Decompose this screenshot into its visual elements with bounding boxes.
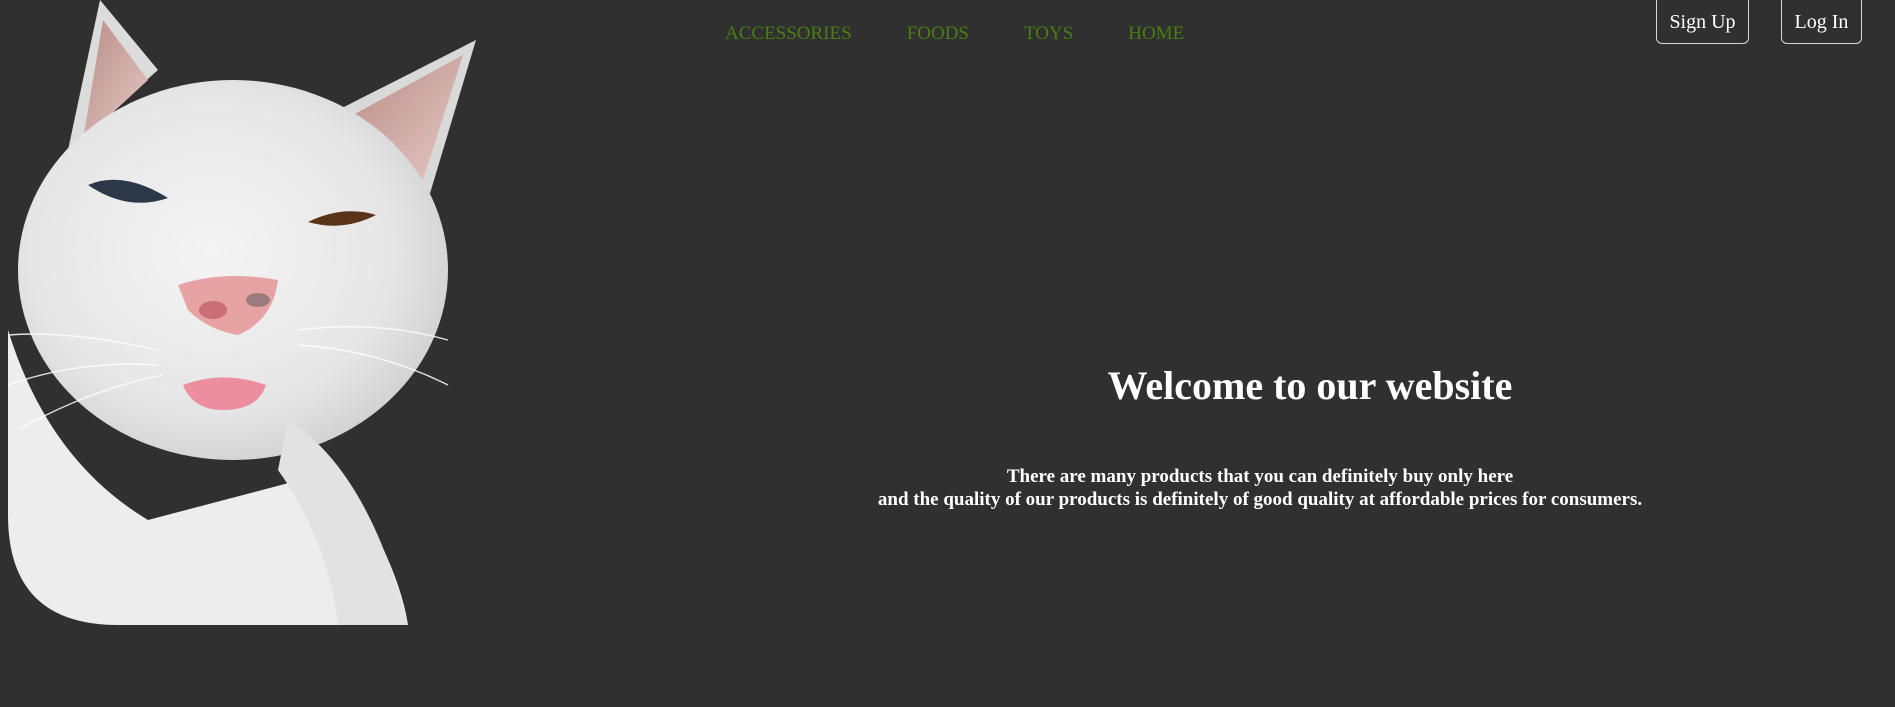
hero-title: Welcome to our website — [1107, 363, 1513, 408]
nav-foods-link[interactable]: FOODS — [907, 22, 969, 46]
main-nav: ACCESSORIES FOODS TOYS HOME — [725, 22, 1239, 46]
hero-description-line-1: There are many products that you can def… — [1006, 466, 1514, 487]
hero-description-line-2: and the quality of our products is defin… — [877, 489, 1643, 510]
nav-accessories-link[interactable]: ACCESSORIES — [725, 22, 852, 46]
hero-description: There are many products that you can def… — [760, 465, 1760, 511]
log-in-button[interactable]: Log In — [1781, 0, 1862, 44]
nav-home-link[interactable]: HOME — [1128, 22, 1184, 46]
sign-up-button[interactable]: Sign Up — [1656, 0, 1749, 44]
nav-toys-link[interactable]: TOYS — [1024, 22, 1073, 46]
hero-cat-image — [8, 0, 508, 625]
